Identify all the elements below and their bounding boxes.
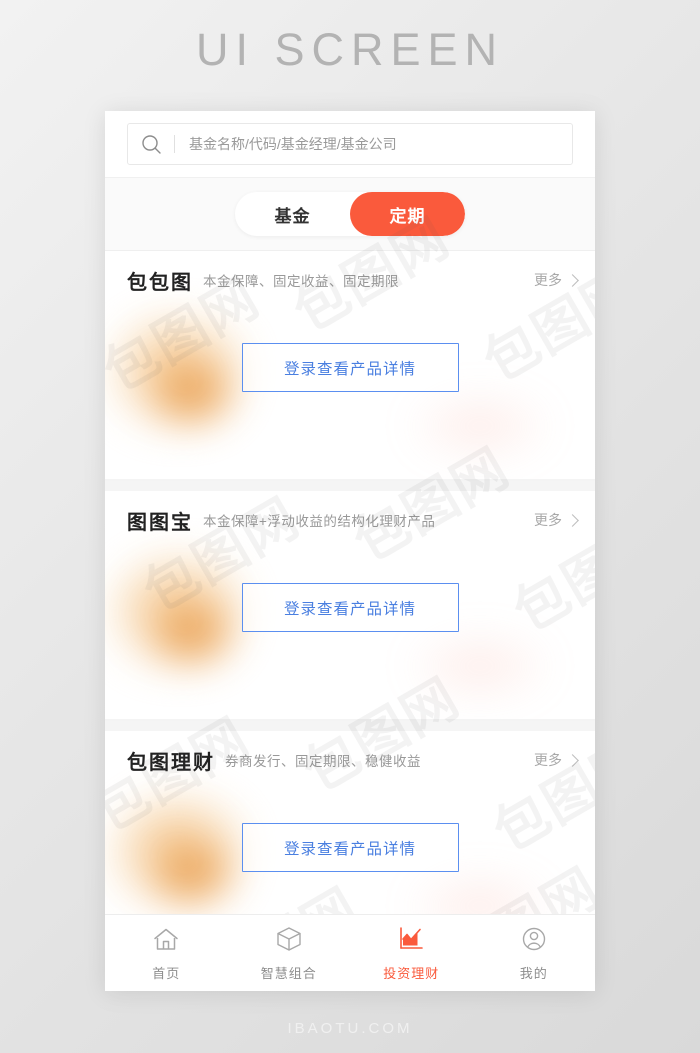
search-bar [105,111,595,178]
product-card: 包包图 本金保障、固定收益、固定期限 更多 登录查看产品详情 [105,251,595,479]
tabbar-label: 首页 [152,965,181,981]
product-title: 图图宝 [127,511,193,534]
tab-fund[interactable]: 基金 [235,192,350,236]
tabbar-item-invest[interactable]: 投资理财 [350,925,473,982]
segmented-tabs: 基金 定期 [105,178,595,251]
product-title: 包包图 [127,271,193,294]
product-title: 包图理财 [127,751,215,774]
more-link[interactable]: 更多 [534,510,579,530]
bottom-navigation: 首页 智慧组合 投资理财 我的 [105,914,595,991]
more-link[interactable]: 更多 [534,750,579,770]
product-subtitle: 本金保障+浮动收益的结构化理财产品 [203,514,436,529]
more-label: 更多 [534,512,562,528]
product-subtitle: 本金保障、固定收益、固定期限 [203,274,399,289]
product-card-header: 图图宝 本金保障+浮动收益的结构化理财产品 更多 [105,491,595,549]
phone-screen: 基金 定期 包包图 本金保障、固定收益、固定期限 更多 登录查看产品详情 [105,111,595,991]
login-view-detail-button[interactable]: 登录查看产品详情 [241,343,459,392]
card-divider [105,721,595,731]
product-cta-row: 登录查看产品详情 [105,583,595,632]
product-glow [405,631,555,701]
chevron-right-icon [566,753,579,767]
tabbar-item-profile[interactable]: 我的 [473,925,596,982]
home-icon [151,925,181,958]
product-card-header: 包包图 本金保障、固定收益、固定期限 更多 [105,251,595,309]
tabbar-item-home[interactable]: 首页 [105,925,228,982]
product-cta-row: 登录查看产品详情 [105,823,595,872]
search-icon [128,134,174,155]
user-icon [519,925,549,958]
tabbar-item-portfolio[interactable]: 智慧组合 [228,925,351,982]
product-card-list: 包包图 本金保障、固定收益、固定期限 更多 登录查看产品详情 图图宝 本金保障+… [105,251,595,959]
more-link[interactable]: 更多 [534,270,579,290]
cube-icon [274,925,304,958]
product-card-header: 包图理财 券商发行、固定期限、稳健收益 更多 [105,731,595,789]
more-label: 更多 [534,752,562,768]
product-card: 图图宝 本金保障+浮动收益的结构化理财产品 更多 登录查看产品详情 [105,491,595,719]
more-label: 更多 [534,272,562,288]
login-view-detail-button[interactable]: 登录查看产品详情 [241,823,459,872]
chart-icon [396,925,426,958]
tabbar-label: 投资理财 [383,965,440,981]
tab-fixed-term[interactable]: 定期 [350,192,465,236]
login-view-detail-button[interactable]: 登录查看产品详情 [241,583,459,632]
product-subtitle: 券商发行、固定期限、稳健收益 [225,754,421,769]
search-box[interactable] [127,123,573,165]
chevron-right-icon [566,513,579,527]
product-cta-row: 登录查看产品详情 [105,343,595,392]
page-footer: IBAOTU.COM [287,1020,413,1037]
card-divider [105,481,595,491]
product-glow [405,391,555,461]
tab-pill-group: 基金 定期 [235,192,465,236]
page-title: UI SCREEN [195,24,505,75]
tabbar-label: 智慧组合 [260,965,317,981]
search-input[interactable] [175,135,572,153]
tabbar-label: 我的 [519,965,548,981]
chevron-right-icon [566,273,579,287]
